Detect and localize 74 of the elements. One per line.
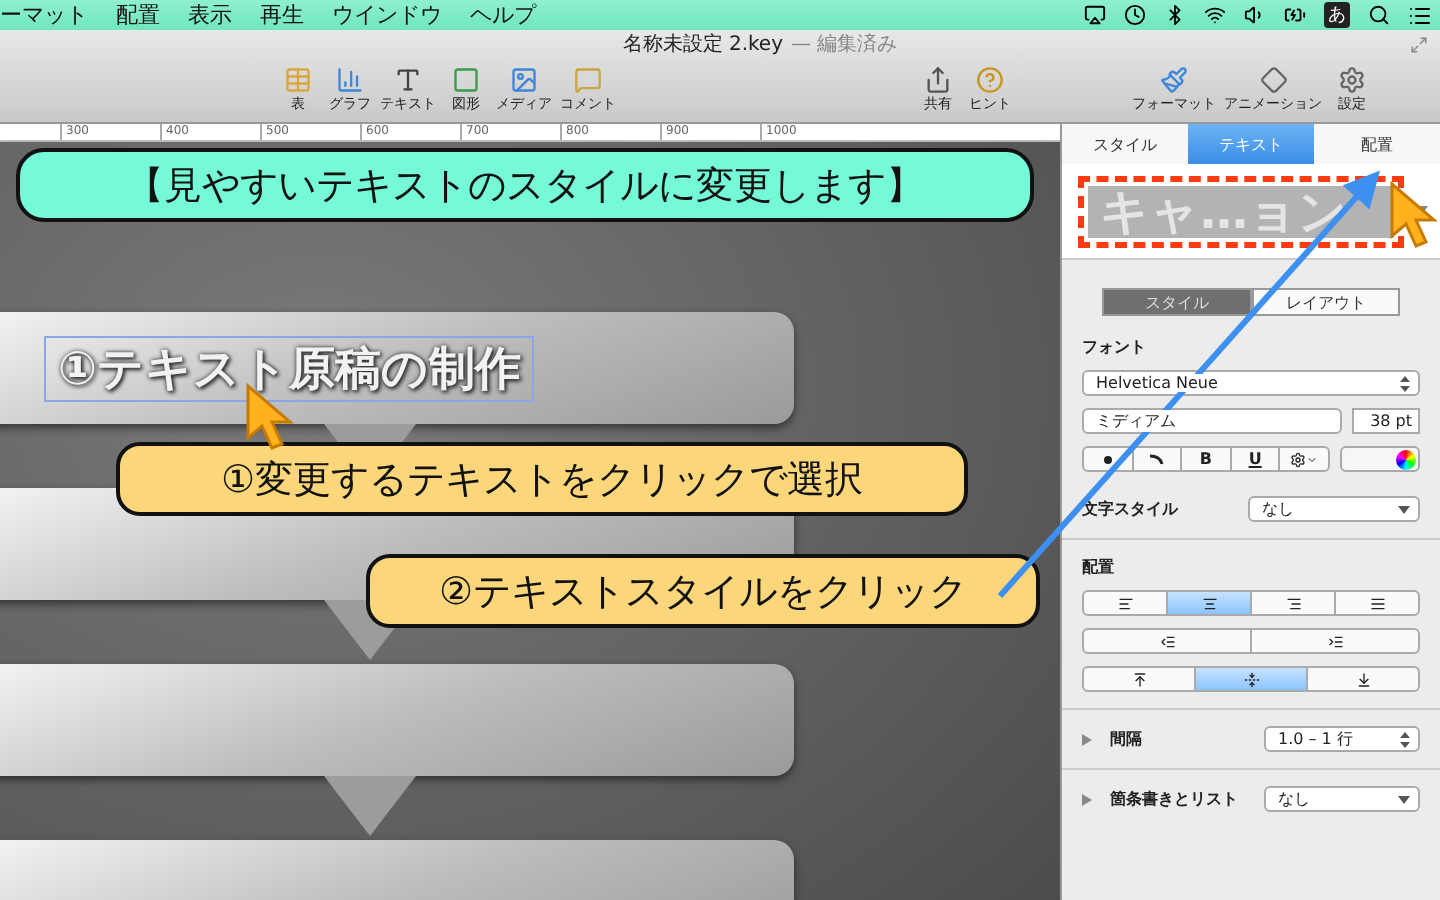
input-method-indicator[interactable]: あ	[1324, 2, 1350, 28]
table-icon	[284, 66, 312, 94]
section-label: 配置	[1082, 556, 1116, 578]
instruction-callout: ②テキストスタイルをクリック	[366, 554, 1040, 628]
section-label: 間隔	[1110, 728, 1144, 750]
menu-item[interactable]: ーマット	[0, 0, 88, 30]
edited-status: — 編集済み	[791, 31, 898, 58]
wifi-icon[interactable]	[1204, 4, 1226, 26]
alignment-icon	[1355, 671, 1371, 687]
animate-icon	[1259, 66, 1287, 94]
spacing-select[interactable]: 1.0 – 1 行	[1264, 726, 1420, 752]
alignment-icon	[1327, 633, 1343, 649]
dropdown-arrow-icon	[1398, 795, 1410, 803]
chart-icon	[336, 66, 364, 94]
color-wheel-icon[interactable]	[1396, 449, 1416, 469]
font-family-select[interactable]: Helvetica Neue	[1082, 370, 1420, 396]
volume-icon[interactable]	[1244, 4, 1266, 26]
char-style-select[interactable]: なし	[1248, 496, 1420, 522]
stepper-arrows-icon	[1400, 731, 1410, 747]
menu-item[interactable]: 配置	[116, 0, 160, 30]
font-weight-select[interactable]: ミディアム	[1082, 408, 1342, 434]
bold-button[interactable]: B	[1180, 446, 1232, 472]
fullscreen-icon[interactable]	[1410, 36, 1428, 54]
stepper-arrows-icon	[1400, 375, 1410, 391]
menu-item[interactable]: ウインドウ	[332, 0, 442, 30]
inspector-tab[interactable]: 配置	[1314, 124, 1440, 164]
text-icon	[394, 66, 422, 94]
gear-icon	[1290, 451, 1307, 467]
window-title: 名称未設定 2.key	[622, 31, 784, 58]
format-icon	[1160, 66, 1188, 94]
alignment-icon	[1131, 671, 1147, 687]
alignment-icon	[1159, 633, 1175, 649]
disclosure-triangle-icon[interactable]	[1082, 793, 1092, 805]
alignment-icon	[1243, 671, 1259, 687]
hint-icon	[976, 66, 1004, 94]
menu-item[interactable]: 再生	[260, 0, 304, 30]
list-style-select[interactable]: なし	[1264, 786, 1420, 812]
alignment-icon	[1117, 595, 1133, 611]
curve-icon	[1148, 453, 1165, 465]
airplay-icon[interactable]	[1084, 4, 1106, 26]
settings-icon	[1338, 66, 1366, 94]
heading-banner: 【見やすいテキストのスタイルに変更します】	[16, 148, 1034, 222]
color-well[interactable]	[1340, 446, 1420, 472]
shape-icon	[452, 66, 480, 94]
media-icon	[510, 66, 538, 94]
down-triangle-shape	[324, 776, 416, 836]
battery-icon[interactable]	[1284, 4, 1306, 26]
section-label: 箇条書きとリスト	[1110, 788, 1240, 810]
alignment-icon	[1285, 595, 1301, 611]
segment-tab[interactable]: スタイル	[1102, 288, 1251, 316]
align-button[interactable]	[1334, 590, 1420, 616]
clock-icon[interactable]	[1124, 4, 1146, 26]
menu-item[interactable]: ヘルプ	[470, 0, 536, 30]
slide-title-text[interactable]: ①テキスト原稿の制作	[44, 335, 535, 401]
alignment-icon	[1369, 595, 1385, 611]
bluetooth-icon[interactable]	[1164, 4, 1186, 26]
mouse-pointer-icon	[1390, 180, 1439, 248]
disclosure-triangle-icon[interactable]	[1082, 733, 1092, 745]
search-icon[interactable]	[1368, 4, 1390, 26]
font-size-field[interactable]: 38 pt	[1352, 408, 1420, 434]
comment-icon	[574, 66, 602, 94]
instruction-callout: ①変更するテキストをクリックで選択	[116, 442, 968, 516]
underline-button[interactable]: U	[1229, 446, 1281, 472]
segment-tab[interactable]: レイアウト	[1251, 288, 1400, 316]
menu-item[interactable]: 表示	[188, 0, 232, 30]
share-icon	[924, 66, 952, 94]
section-label: フォント	[1082, 336, 1148, 358]
curve-button[interactable]	[1131, 446, 1183, 472]
gear-button[interactable]	[1278, 446, 1330, 472]
dropdown-arrow-icon	[1398, 505, 1410, 513]
inspector-tab[interactable]: スタイル	[1062, 124, 1188, 164]
dot-icon	[1103, 455, 1112, 463]
chevron-icon	[1306, 453, 1319, 465]
alignment-icon	[1201, 595, 1217, 611]
